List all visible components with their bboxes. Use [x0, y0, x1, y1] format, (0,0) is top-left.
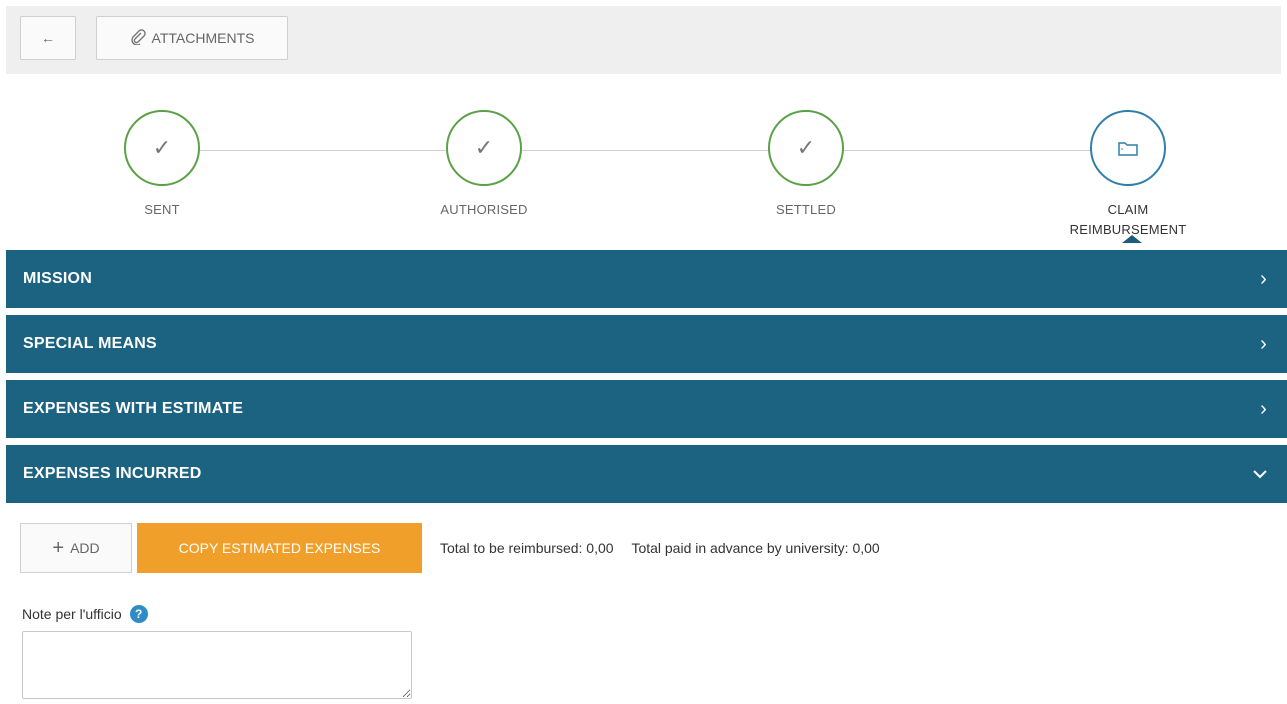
panel-special-means[interactable]: SPECIAL MEANS › [6, 315, 1287, 373]
step-label: AUTHORISED [440, 202, 528, 217]
step-settled: ✓ SETTLED [726, 110, 886, 220]
panel-title: EXPENSES INCURRED [23, 465, 202, 482]
note-label: Note per l'ufficio ? [22, 605, 148, 623]
check-icon: ✓ [124, 110, 200, 186]
check-icon: ✓ [768, 110, 844, 186]
help-icon[interactable]: ? [129, 605, 148, 623]
note-textarea[interactable] [22, 631, 412, 699]
back-button[interactable]: ← [20, 16, 76, 60]
workflow-stepper: ✓ SENT ✓ AUTHORISED ✓ SETTLED CLAIM REIM… [0, 88, 1287, 248]
add-label: ADD [70, 540, 100, 556]
panel-mission[interactable]: MISSION › [6, 250, 1287, 308]
panel-expenses-with-estimate[interactable]: EXPENSES WITH ESTIMATE › [6, 380, 1287, 438]
panel-title: EXPENSES WITH ESTIMATE [23, 400, 244, 417]
panel-title: SPECIAL MEANS [23, 335, 157, 352]
arrow-left-icon: ← [41, 30, 55, 46]
top-toolbar: ← ATTACHMENTS [6, 6, 1281, 74]
step-sent: ✓ SENT [82, 110, 242, 220]
current-step-caret [1122, 235, 1142, 243]
folder-icon [1090, 110, 1166, 186]
attachments-button[interactable]: ATTACHMENTS [96, 16, 288, 60]
expenses-toolbar: + ADD COPY ESTIMATED EXPENSES Total to b… [20, 523, 880, 573]
total-paid-in-advance: Total paid in advance by university: 0,0… [631, 540, 880, 556]
attachments-label: ATTACHMENTS [151, 30, 255, 46]
totals: Total to be reimbursed: 0,00 Total paid … [440, 540, 880, 556]
panel-expenses-incurred[interactable]: EXPENSES INCURRED [6, 445, 1287, 503]
note-label-text: Note per l'ufficio [22, 606, 122, 622]
check-icon: ✓ [446, 110, 522, 186]
step-claim-reimbursement[interactable]: CLAIM REIMBURSEMENT [1048, 110, 1208, 240]
step-authorised: ✓ AUTHORISED [404, 110, 564, 220]
step-label: SETTLED [776, 202, 836, 217]
chevron-down-icon [1253, 445, 1267, 503]
step-label: SENT [144, 202, 180, 217]
plus-icon: + [52, 536, 65, 559]
add-button[interactable]: + ADD [20, 523, 132, 573]
chevron-right-icon: › [1260, 397, 1267, 420]
copy-label: COPY ESTIMATED EXPENSES [178, 540, 381, 556]
copy-estimated-expenses-button[interactable]: COPY ESTIMATED EXPENSES [137, 523, 422, 573]
paperclip-icon [130, 28, 146, 48]
step-label: CLAIM REIMBURSEMENT [1069, 202, 1187, 237]
chevron-right-icon: › [1260, 267, 1267, 290]
total-to-be-reimbursed: Total to be reimbursed: 0,00 [440, 540, 614, 556]
panel-title: MISSION [23, 270, 92, 287]
chevron-right-icon: › [1260, 332, 1267, 355]
